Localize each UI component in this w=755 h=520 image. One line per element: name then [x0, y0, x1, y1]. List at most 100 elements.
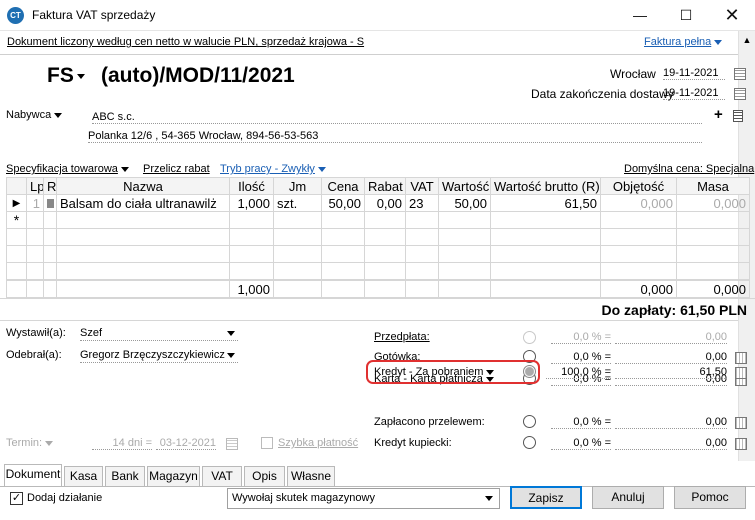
column-header[interactable]: VAT	[405, 177, 439, 195]
term-days: 14 dni =	[92, 437, 152, 450]
calculator-icon[interactable]	[735, 352, 747, 364]
calendar-icon[interactable]	[734, 68, 746, 80]
payment-amount[interactable]: 0,00	[615, 437, 727, 450]
cancel-button[interactable]: Anuluj	[592, 486, 664, 509]
column-header[interactable]: R	[43, 177, 57, 195]
total-qty: 1,000	[229, 280, 274, 298]
cell-lp: 1	[26, 194, 44, 212]
quick-pay-checkbox	[261, 437, 273, 449]
table-header: Lp R Nazwa Ilość Jm Cena Rabat VAT Warto…	[6, 177, 750, 195]
table-row[interactable]: ▶ 1 Balsam do ciała ultranawilż 1,000 sz…	[6, 194, 750, 212]
column-header[interactable]: Lp	[26, 177, 44, 195]
new-row-marker: *	[6, 211, 27, 229]
work-mode-dropdown[interactable]: Tryb pracy - Zwykły	[220, 163, 326, 175]
add-action-checkbox[interactable]: ✓	[10, 492, 23, 505]
column-header[interactable]: Masa	[676, 177, 750, 195]
column-header[interactable]: Jm	[273, 177, 322, 195]
document-info-link[interactable]: Dokument liczony według cen netto w walu…	[7, 36, 364, 48]
calculator-icon[interactable]	[735, 367, 747, 379]
issued-by-dropdown[interactable]: Szef	[80, 327, 238, 341]
minimize-button[interactable]: —	[617, 0, 663, 31]
new-table-row[interactable]: *	[6, 211, 750, 229]
empty-row	[6, 262, 750, 280]
payment-percent[interactable]: 0,0 % =	[551, 416, 611, 429]
payment-percent[interactable]: 0,0 % =	[551, 437, 611, 450]
received-by-dropdown[interactable]: Gregorz Brzęczyszczykiewicz	[80, 349, 238, 363]
payment-radio[interactable]	[523, 415, 536, 428]
column-header[interactable]: Rabat	[364, 177, 406, 195]
help-button[interactable]: Pomoc	[674, 486, 746, 509]
scroll-up-icon[interactable]: ▲	[739, 35, 755, 45]
stock-effect-select[interactable]: Wywołaj skutek magazynowy	[227, 488, 500, 509]
column-header[interactable]: Objętość	[600, 177, 677, 195]
payment-percent[interactable]: 0,0 % =	[551, 351, 611, 364]
payment-method-dropdown[interactable]: Kredyt - Za pobraniem	[374, 366, 495, 378]
tab-bank[interactable]: Bank	[105, 466, 145, 486]
chevron-down-icon	[714, 39, 723, 45]
payment-label: Zapłacono przelewem:	[374, 416, 485, 428]
invoice-mode-dropdown[interactable]: Faktura pełna	[644, 36, 723, 48]
row-pointer-icon: ▶	[6, 194, 27, 212]
column-header[interactable]: Wartość	[438, 177, 491, 195]
app-logo-icon: CT	[7, 7, 24, 24]
cell-price[interactable]: 50,00	[321, 194, 365, 212]
spec-dropdown[interactable]: Specyfikacja towarowa	[6, 163, 129, 175]
payment-percent[interactable]: 100,0 % =	[546, 366, 611, 379]
quick-pay-label: Szybka płatność	[278, 437, 359, 449]
recalc-discount-link[interactable]: Przelicz rabat	[143, 163, 210, 175]
term-dropdown: Termin:	[6, 437, 54, 449]
buyer-name-field[interactable]: ABC s.c.	[92, 111, 702, 124]
cell-gross[interactable]: 61,50	[490, 194, 601, 212]
maximize-button[interactable]: ☐	[663, 0, 709, 31]
column-header[interactable]: Ilość	[229, 177, 274, 195]
cell-discount[interactable]: 0,00	[364, 194, 406, 212]
tab-dokument[interactable]: Dokument	[4, 464, 62, 486]
received-by-label: Odebrał(a):	[6, 349, 62, 361]
cell-name[interactable]: Balsam do ciała ultranawilż	[56, 194, 230, 212]
tab-opis[interactable]: Opis	[244, 466, 285, 486]
chevron-down-icon	[486, 369, 495, 375]
tab-wlasne[interactable]: Własne	[287, 466, 335, 486]
issue-date-field[interactable]: 19-11-2021	[663, 67, 725, 80]
document-type-dropdown[interactable]: FS	[47, 64, 85, 88]
default-price-link[interactable]: Domyślna cena: Specjalna	[624, 163, 754, 175]
work-mode-label: Tryb pracy - Zwykły	[220, 163, 315, 175]
tab-magazyn[interactable]: Magazyn	[147, 466, 200, 486]
cell-unit[interactable]: szt.	[273, 194, 322, 212]
payment-amount[interactable]: 0,00	[615, 416, 727, 429]
column-header[interactable]: Nazwa	[56, 177, 230, 195]
cell-volume: 0,000	[600, 194, 677, 212]
chevron-down-icon	[45, 440, 54, 446]
tab-kasa[interactable]: Kasa	[64, 466, 103, 486]
window-title: Faktura VAT sprzedaży	[32, 8, 156, 22]
delivery-date-field[interactable]: 19-11-2021	[663, 87, 725, 100]
column-header[interactable]: Wartość brutto (R)	[490, 177, 601, 195]
payment-label[interactable]: Przedpłata:	[374, 331, 430, 343]
close-button[interactable]: ✕	[709, 0, 755, 31]
cell-vat[interactable]: 23	[405, 194, 439, 212]
cell-value[interactable]: 50,00	[438, 194, 491, 212]
save-button[interactable]: Zapisz	[510, 486, 582, 509]
spec-label: Specyfikacja towarowa	[6, 163, 118, 175]
payment-amount[interactable]: 0,00	[615, 351, 727, 364]
empty-row	[6, 245, 750, 263]
calendar-icon[interactable]	[734, 88, 746, 100]
cell-mass: 0,000	[676, 194, 750, 212]
cell-qty[interactable]: 1,000	[229, 194, 274, 212]
add-buyer-icon[interactable]: +	[714, 106, 723, 123]
calculator-icon[interactable]	[735, 417, 747, 429]
delivery-date-label: Data zakończenia dostawy	[531, 87, 674, 101]
payment-radio[interactable]	[523, 365, 536, 378]
calendar-icon	[226, 438, 238, 450]
title-bar: CT Faktura VAT sprzedaży — ☐ ✕	[0, 0, 755, 31]
payment-amount[interactable]: 61,50	[615, 366, 727, 379]
column-header[interactable]: Cena	[321, 177, 365, 195]
buyer-dropdown[interactable]: Nabywca	[6, 109, 63, 121]
chevron-down-icon	[227, 331, 235, 336]
document-number: (auto)/MOD/11/2021	[101, 64, 295, 87]
payment-radio[interactable]	[523, 436, 536, 449]
tab-vat[interactable]: VAT	[202, 466, 242, 486]
term-date: 03-12-2021	[156, 437, 216, 450]
buyer-list-icon[interactable]	[733, 110, 743, 122]
calculator-icon[interactable]	[735, 438, 747, 450]
